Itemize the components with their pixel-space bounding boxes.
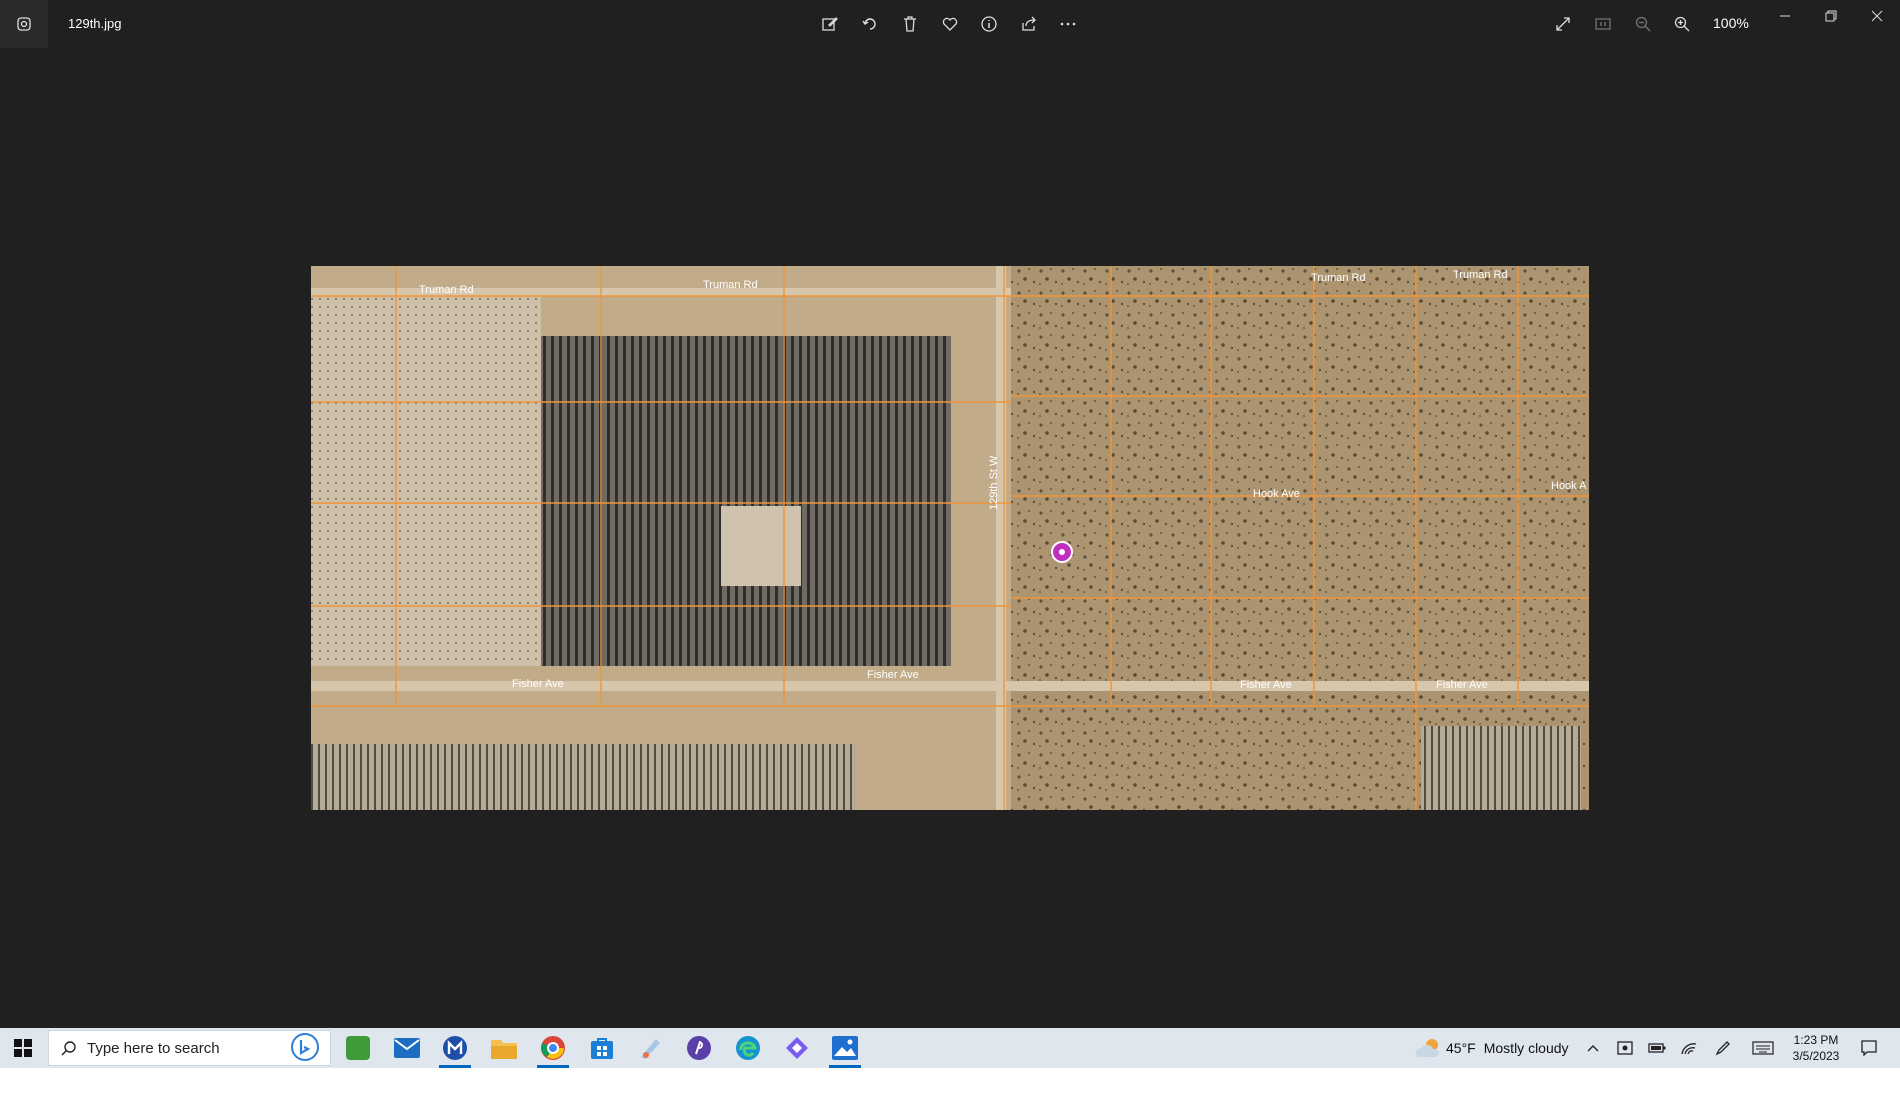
map-label-fisher-1: Fisher Ave [512,678,564,690]
weather-widget[interactable]: 45°F Mostly cloudy [1412,1028,1569,1068]
cloudy-weather-icon [1415,1039,1439,1057]
mail-app[interactable] [384,1028,430,1068]
malwarebytes-icon [443,1036,467,1060]
more-icon[interactable] [1052,8,1084,40]
pen-icon[interactable] [1708,1028,1738,1068]
clock-date: 3/5/2023 [1792,1049,1840,1063]
zoom-level[interactable]: 100% [1713,15,1749,31]
location-marker-icon[interactable] [1051,541,1073,563]
truman-rd-road [311,288,1011,296]
rotate-icon[interactable] [854,8,886,40]
photos-app-icon[interactable] [0,0,48,48]
file-explorer-app[interactable] [481,1028,527,1068]
zoom-out-icon[interactable] [1627,8,1659,40]
screen-bottom-area [0,1068,1900,1114]
chrome-icon [541,1036,565,1060]
network-icon[interactable] [1674,1028,1704,1068]
photos-app[interactable] [822,1028,868,1068]
mail-icon [394,1038,420,1058]
malwarebytes-app[interactable] [432,1028,478,1068]
map-label-fisher-3: Fisher Ave [1240,679,1292,691]
bing-icon[interactable] [290,1032,320,1062]
solar-field-clearing [721,506,801,586]
notifications-icon[interactable] [1854,1028,1884,1068]
solitaire-app[interactable] [335,1028,381,1068]
map-label-fisher-4: Fisher Ave [1436,679,1488,691]
map-label-truman-2: Truman Rd [703,279,758,291]
chrome-app[interactable] [530,1028,576,1068]
show-hidden-icons-icon[interactable] [1578,1028,1608,1068]
fullscreen-icon[interactable] [1547,8,1579,40]
edge-icon [736,1036,760,1060]
start-button[interactable] [0,1028,46,1068]
map-label-truman-1: Truman Rd [419,284,474,296]
favorite-icon[interactable] [934,8,966,40]
map-label-fisher-2: Fisher Ave [867,669,919,681]
actual-size-icon[interactable] [1587,8,1619,40]
map-label-hook-1: Hook Ave [1253,488,1300,500]
search-icon [61,1041,76,1056]
map-label-129th-st: 129th St W [988,455,1000,510]
close-button[interactable] [1854,0,1900,32]
file-name: 129th.jpg [68,16,122,31]
map-label-hook-2: Hook A [1551,480,1587,492]
photos-icon [832,1036,858,1060]
delete-icon[interactable] [894,8,926,40]
share-icon[interactable] [1013,8,1045,40]
map-label-truman-3: Truman Rd [1311,272,1366,284]
solitaire-icon [346,1036,370,1060]
solar-field-center [541,336,951,666]
solar-field-west [311,296,541,666]
copilot-app[interactable] [774,1028,820,1068]
vpn-icon [687,1036,711,1060]
touch-keyboard-icon[interactable] [1748,1028,1778,1068]
store-app[interactable] [579,1028,625,1068]
edge-app[interactable] [725,1028,771,1068]
taskbar: 45°F Mostly cloudy 1:23 PM 3/5/2023 [0,1028,1900,1068]
paint-icon [641,1039,660,1059]
file-explorer-icon [491,1040,517,1059]
title-bar: 129th.jpg 100% [0,0,1900,48]
weather-temp: 45°F [1446,1040,1476,1056]
copilot-icon [786,1037,808,1059]
info-icon[interactable] [973,8,1005,40]
solar-field-south [311,744,856,810]
paint-app[interactable] [628,1028,674,1068]
zoom-in-icon[interactable] [1666,8,1698,40]
map-label-truman-4: Truman Rd [1453,269,1508,281]
restore-button[interactable] [1808,0,1854,32]
clock-time: 1:23 PM [1793,1033,1839,1047]
edit-image-icon[interactable] [814,8,846,40]
vpn-app[interactable] [676,1028,722,1068]
minimize-button[interactable] [1762,0,1808,32]
taskbar-search-box[interactable] [48,1030,331,1066]
battery-icon[interactable] [1642,1028,1672,1068]
fisher-ave-road [311,681,1589,691]
store-icon [591,1038,613,1059]
solar-field-southeast [1421,726,1581,810]
meet-now-icon[interactable] [1610,1028,1640,1068]
image-viewer: Truman Rd Truman Rd Truman Rd Truman Rd … [0,48,1900,1028]
windows-icon [14,1039,32,1057]
taskbar-clock[interactable]: 1:23 PM 3/5/2023 [1782,1032,1850,1064]
weather-condition: Mostly cloudy [1483,1040,1569,1056]
aerial-map-image[interactable]: Truman Rd Truman Rd Truman Rd Truman Rd … [311,266,1589,810]
